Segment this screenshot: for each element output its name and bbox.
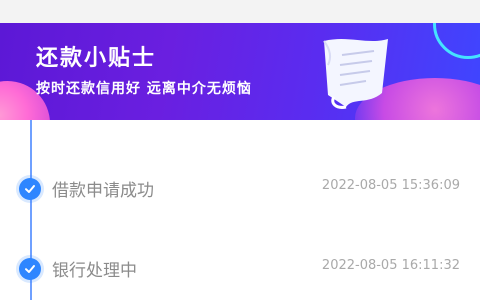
step-label: 借款申请成功 [52,181,154,201]
decorative-ring [433,23,480,59]
timeline-step-application-success: 借款申请成功 2022-08-05 15:36:09 [0,178,480,208]
repayment-tips-banner[interactable]: 还款小贴士 按时还款信用好 远离中介无烦恼 [0,23,480,120]
step-time: 2022-08-05 15:36:09 [321,178,460,193]
check-icon [19,178,41,200]
timeline-step-bank-processing: 银行处理中 2022-08-05 16:11:32 [0,258,480,288]
step-label: 银行处理中 [52,261,137,281]
step-time: 2022-08-05 16:11:32 [321,258,460,273]
check-icon [19,258,41,280]
banner-title: 还款小贴士 [36,46,157,71]
top-strip [0,0,480,23]
paper-scroll-icon [323,39,388,109]
banner-subtitle: 按时还款信用好 远离中介无烦恼 [36,81,252,97]
